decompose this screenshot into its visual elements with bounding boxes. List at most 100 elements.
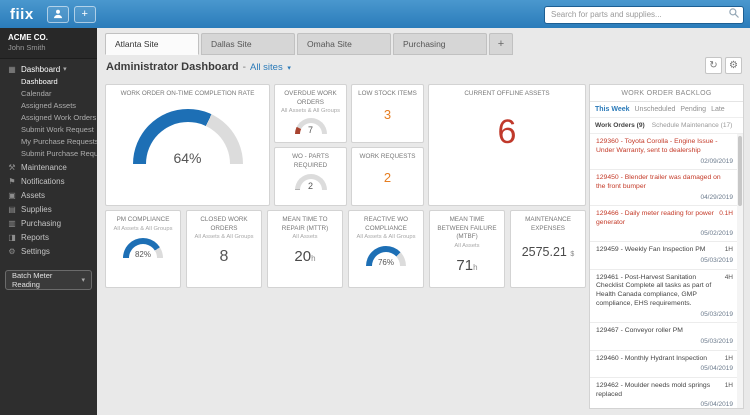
user-icon	[53, 9, 62, 19]
tab-atlanta-site[interactable]: Atlanta Site	[105, 33, 199, 55]
backlog-group-work-orders[interactable]: Work Orders (9)	[595, 122, 645, 129]
work-order-title: 129450 - Blender trailer was damaged on …	[596, 174, 721, 190]
sidebar-subitem-calendar[interactable]: Calendar	[0, 88, 97, 100]
sidebar-item-maintenance[interactable]: ⚒ Maintenance	[0, 160, 97, 174]
tab-purchasing[interactable]: Purchasing	[393, 33, 487, 55]
gear-icon: ⚙	[729, 60, 738, 71]
widget-wo-parts-required[interactable]: WO - PARTS REQUIRED 2 of 297	[274, 147, 347, 206]
backlog-tab-unscheduled[interactable]: Unscheduled	[635, 106, 676, 113]
sidebar-item-supplies[interactable]: ▤ Supplies	[0, 202, 97, 216]
sidebar-subitem-my-purchase-requests[interactable]: My Purchase Requests	[0, 136, 97, 148]
work-order-item[interactable]: 129466 - Daily meter reading for power g…	[590, 206, 743, 243]
backlog-tab-late[interactable]: Late	[711, 106, 725, 113]
sidebar-subitem-assigned-work-orders[interactable]: Assigned Work Orders	[0, 112, 97, 124]
widget-title: REACTIVE WO COMPLIANCE	[363, 216, 409, 232]
sidebar-item-reports[interactable]: ◨ Reports	[0, 230, 97, 244]
work-order-item[interactable]: 129459 - Weekly Fan Inspection PM 1H 05/0…	[590, 242, 743, 270]
sidebar-item-dashboard[interactable]: ▦ Dashboard ▾	[0, 62, 97, 76]
widget-low-stock-items[interactable]: LOW STOCK ITEMS 3	[351, 84, 424, 143]
search-box	[544, 4, 744, 24]
quick-add-button[interactable]: +	[73, 5, 96, 23]
pm-gauge: 82%	[123, 237, 163, 278]
widget-title: PM COMPLIANCE	[116, 216, 170, 223]
page-header: Administrator Dashboard - All sites ▾	[106, 59, 291, 75]
sidebar-item-assets[interactable]: ▣ Assets	[0, 188, 97, 202]
backlog-tab-pending[interactable]: Pending	[680, 106, 706, 113]
sidebar-subitem-submit-work-request[interactable]: Submit Work Request	[0, 124, 97, 136]
work-order-title: 129459 - Weekly Fan Inspection PM	[596, 246, 706, 254]
work-order-item[interactable]: 129360 - Toyota Corolla - Engine Issue -…	[590, 134, 743, 171]
account-info: ACME CO. John Smith	[0, 28, 97, 59]
dashboard-settings-button[interactable]: ⚙	[725, 57, 742, 74]
widget-title: LOW STOCK ITEMS	[358, 90, 417, 97]
sidebar-item-label: Supplies	[21, 204, 52, 214]
page-title: Administrator Dashboard	[106, 61, 239, 73]
sidebar-item-settings[interactable]: ⚙ Settings	[0, 244, 97, 258]
user-menu-button[interactable]	[46, 5, 69, 23]
widget-current-offline-assets[interactable]: CURRENT OFFLINE ASSETS 6	[428, 84, 586, 206]
sidebar-item-label: Purchasing	[21, 218, 62, 228]
company-name: ACME CO.	[8, 33, 48, 42]
gauge-value: 7	[307, 125, 313, 135]
widget-title: CURRENT OFFLINE ASSETS	[464, 90, 550, 97]
title-separator: -	[242, 61, 246, 73]
backlog-title: WORK ORDER BACKLOG	[590, 85, 743, 102]
chevron-down-icon: ▾	[287, 64, 291, 72]
work-order-backlog-panel: WORK ORDER BACKLOG This Week Unscheduled…	[589, 84, 744, 409]
widget-pm-compliance[interactable]: PM COMPLIANCE All Assets & All Groups 82…	[105, 210, 181, 288]
widget-title: WORK REQUESTS	[359, 153, 416, 160]
refresh-button[interactable]: ↻	[705, 57, 722, 74]
mtbf-unit: h	[473, 262, 478, 272]
work-order-date: 05/04/2019	[700, 365, 733, 373]
widget-title: CLOSED WORK ORDERS	[200, 216, 248, 232]
all-sites-label: All sites	[249, 61, 283, 73]
widget-work-requests[interactable]: WORK REQUESTS 2	[351, 147, 424, 206]
widget-title: MEAN TIME BETWEEN FAILURE (MTBF)	[437, 216, 497, 240]
widget-title: OVERDUE WORK ORDERS	[284, 90, 337, 106]
work-order-hours: 1H	[724, 381, 733, 389]
gauge-value: 76%	[377, 258, 394, 267]
widget-reactive-wo-compliance[interactable]: REACTIVE WO COMPLIANCE All Assets & All …	[348, 210, 424, 288]
scrollbar-thumb[interactable]	[738, 136, 742, 206]
work-order-hours: 0.1H	[719, 210, 733, 218]
widget-maintenance-expenses[interactable]: MAINTENANCE EXPENSES 2575.21 $	[510, 210, 586, 288]
backlog-group-schedule-maintenance[interactable]: Schedule Maintenance (17)	[652, 122, 733, 129]
backlog-scrollbar[interactable]	[737, 134, 743, 408]
work-order-date: 05/03/2019	[700, 338, 733, 346]
search-input[interactable]	[544, 5, 744, 24]
batch-meter-reading-button[interactable]: Batch Meter Reading ▾	[5, 270, 92, 290]
sidebar-item-label: Maintenance	[21, 162, 67, 172]
work-order-date: 02/09/2019	[700, 157, 733, 165]
backlog-tabs: This Week Unscheduled Pending Late	[590, 102, 743, 118]
all-sites-dropdown[interactable]: All sites ▾	[250, 62, 291, 73]
mttr-value: 20h	[294, 248, 316, 265]
widget-ontime-completion[interactable]: WORK ORDER ON-TIME COMPLETION RATE 64%	[105, 84, 270, 206]
backlog-tab-this-week[interactable]: This Week	[595, 106, 630, 113]
notifications-icon: ⚑	[8, 176, 16, 186]
tab-dallas-site[interactable]: Dallas Site	[201, 33, 295, 55]
sidebar-item-purchasing[interactable]: ▥ Purchasing	[0, 216, 97, 230]
supplies-icon: ▤	[8, 204, 16, 214]
widget-subtitle: All Assets & All Groups	[113, 225, 173, 232]
sidebar-subitem-dashboard[interactable]: Dashboard	[0, 76, 97, 88]
widget-closed-work-orders[interactable]: CLOSED WORK ORDERS All Assets & All Grou…	[186, 210, 262, 288]
work-order-hours: 1H	[724, 354, 733, 362]
work-order-item[interactable]: 129450 - Blender trailer was damaged on …	[590, 170, 743, 207]
widget-mttr[interactable]: MEAN TIME TO REPAIR (MTTR) All Assets 20…	[267, 210, 343, 288]
reports-icon: ◨	[8, 232, 16, 242]
batch-meter-reading-label: Batch Meter Reading	[12, 271, 53, 289]
sidebar-subitem-assigned-assets[interactable]: Assigned Assets	[0, 100, 97, 112]
widget-mtbf[interactable]: MEAN TIME BETWEEN FAILURE (MTBF) All Ass…	[429, 210, 505, 288]
widget-overdue-work-orders[interactable]: OVERDUE WORK ORDERS All Assets & All Gro…	[274, 84, 347, 143]
tab-omaha-site[interactable]: Omaha Site	[297, 33, 391, 55]
work-order-date: 04/29/2019	[700, 193, 733, 201]
work-order-item[interactable]: 129460 - Monthly Hydrant Inspection 1H 05…	[590, 351, 743, 378]
add-tab-button[interactable]: +	[489, 33, 513, 55]
work-order-item[interactable]: 129461 - Post-Harvest Sanitation Checkli…	[590, 270, 743, 324]
assets-icon: ▣	[8, 190, 16, 200]
sidebar-subitem-submit-purchase-request[interactable]: Submit Purchase Request	[0, 148, 97, 160]
sidebar-item-notifications[interactable]: ⚑ Notifications	[0, 174, 97, 188]
widget-title: WO - PARTS REQUIRED	[292, 153, 329, 169]
work-order-item[interactable]: 129467 - Conveyor roller PM 05/03/2019	[590, 323, 743, 351]
work-order-item[interactable]: 129462 - Moulder needs mold springs repl…	[590, 378, 743, 408]
